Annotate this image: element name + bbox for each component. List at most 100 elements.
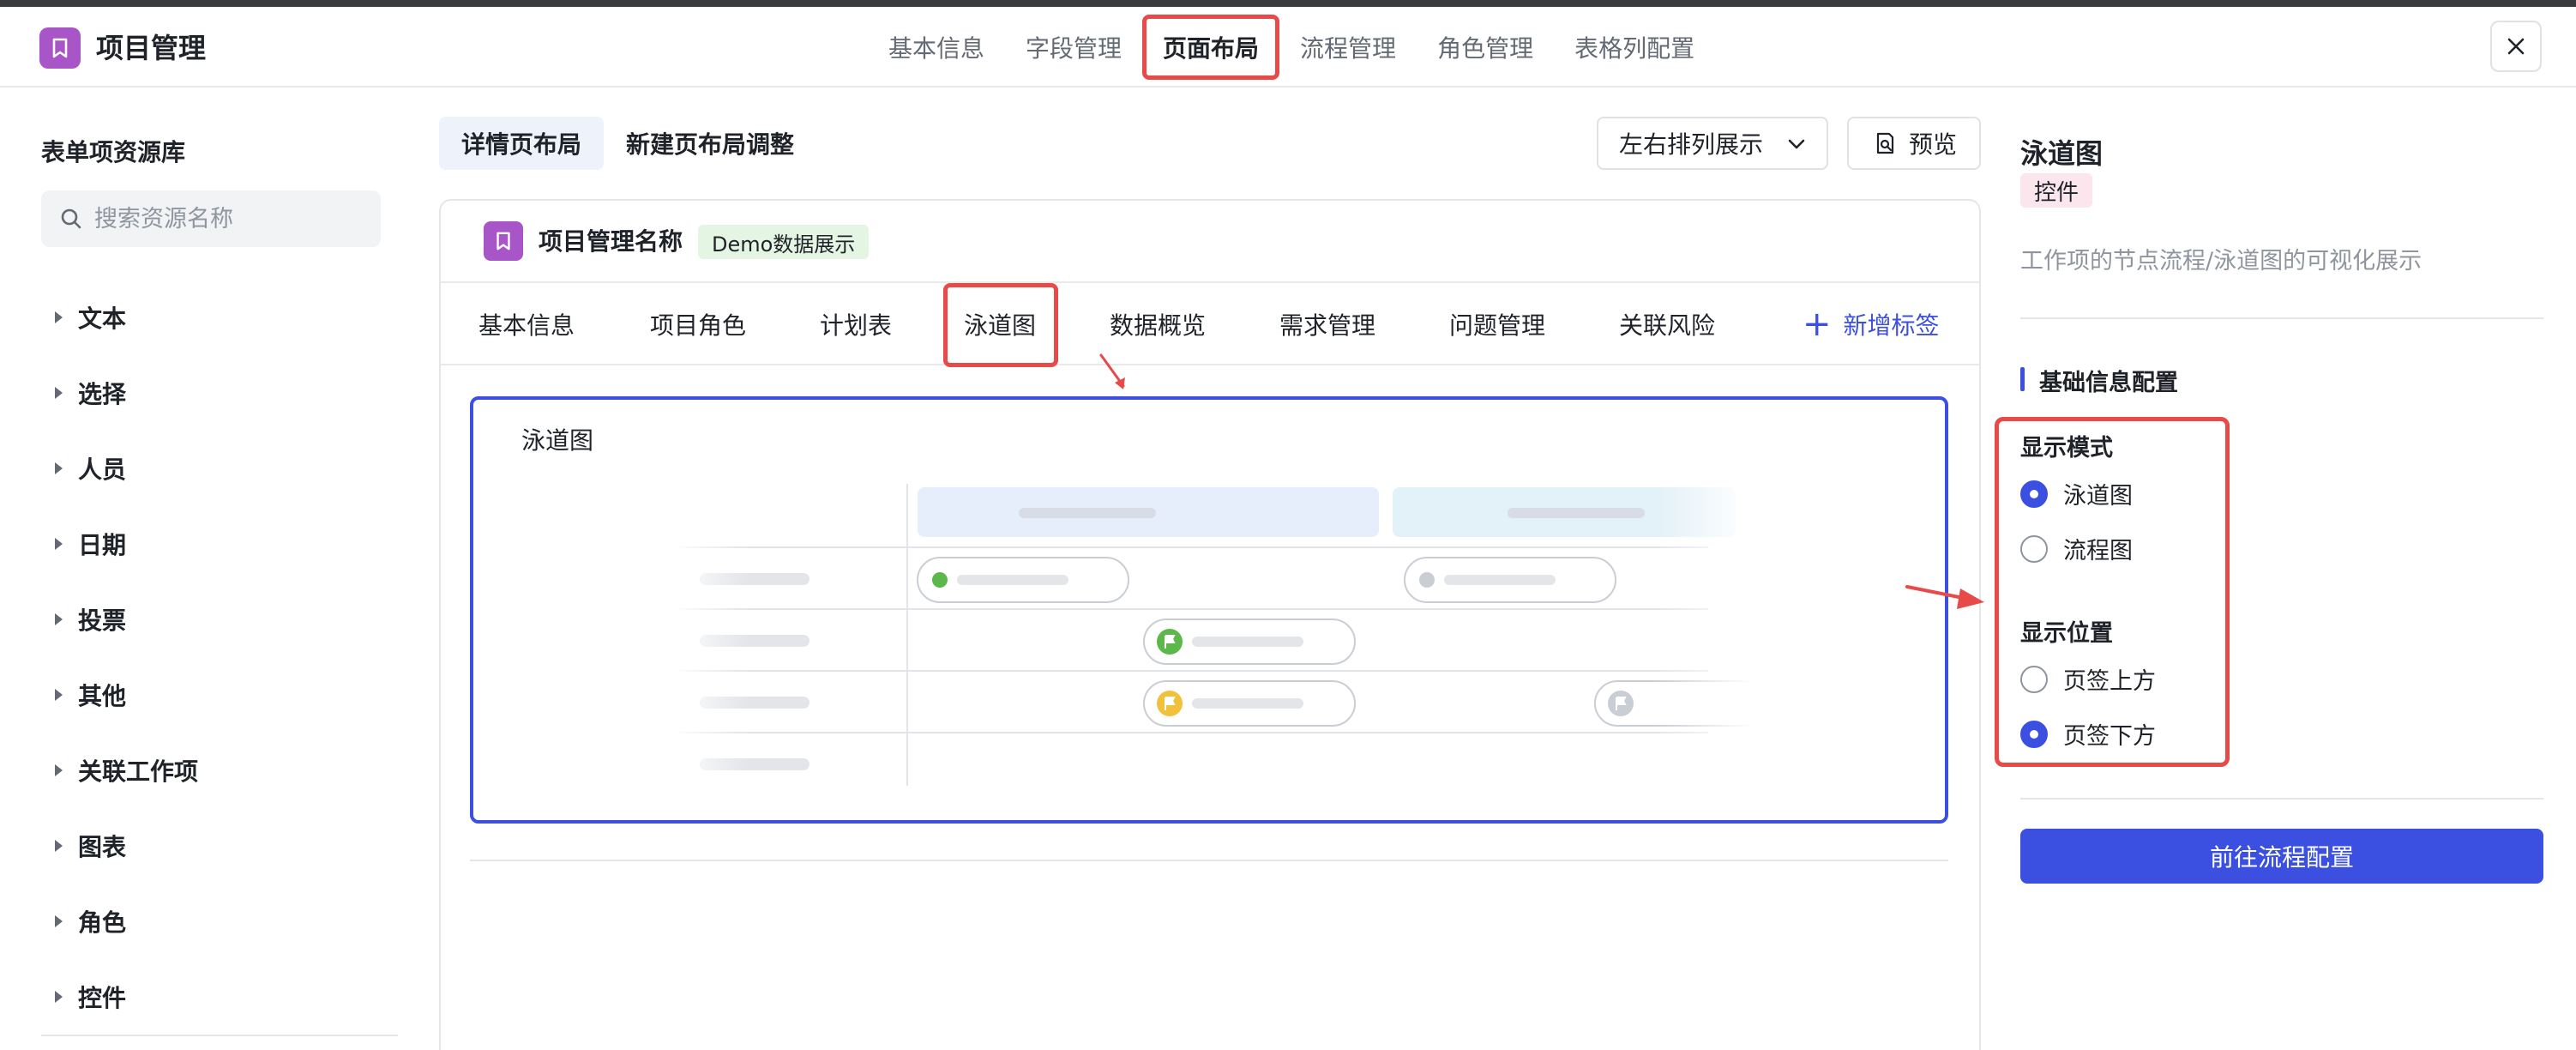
app-header: 项目管理 基本信息 字段管理 页面布局 流程管理 角色管理 表格列配置	[0, 7, 2576, 88]
tab-plan-table[interactable]: 计划表	[820, 283, 892, 365]
preview-button[interactable]: 预览	[1847, 117, 1981, 170]
app-logo	[39, 27, 81, 69]
top-tab-process-management[interactable]: 流程管理	[1279, 15, 1417, 80]
control-description: 工作项的节点流程/泳道图的可视化展示	[2020, 248, 2423, 275]
expand-triangle-icon	[55, 991, 63, 1003]
radio-mode-swimlane[interactable]: 泳道图	[2020, 477, 2133, 510]
layout-preview-card: 项目管理名称 Demo数据展示 基本信息 项目角色 计划表 泳道图 数据概览 需…	[439, 199, 1981, 1050]
radio-label: 泳道图	[2063, 483, 2133, 510]
sidebar-item-label: 人员	[78, 456, 127, 484]
app-title: 项目管理	[96, 32, 207, 64]
expand-triangle-icon	[55, 840, 63, 852]
tab-issues[interactable]: 问题管理	[1449, 283, 1545, 365]
expand-triangle-icon	[55, 613, 63, 625]
control-type-badge: 控件	[2020, 173, 2093, 208]
radio-unchecked[interactable]	[2020, 665, 2048, 693]
sidebar-item-chart[interactable]: 图表	[55, 808, 198, 884]
expand-triangle-icon	[55, 387, 63, 399]
bookmark-icon	[52, 38, 68, 58]
sidebar-item-vote[interactable]: 投票	[55, 582, 198, 657]
tab-detail-layout[interactable]: 详情页布局	[439, 117, 605, 170]
highlight-box	[1995, 417, 2230, 767]
sidebar-item-label: 其他	[78, 682, 127, 710]
project-logo	[484, 221, 523, 261]
top-tab-role-management[interactable]: 角色管理	[1417, 15, 1554, 80]
expand-triangle-icon	[55, 538, 63, 550]
card-divider	[470, 860, 1948, 861]
sidebar-item-control[interactable]: 控件	[55, 959, 198, 1035]
expand-triangle-icon	[55, 764, 63, 776]
panel-divider	[2020, 798, 2543, 800]
chevron-down-icon	[1788, 139, 1805, 149]
sidebar-item-date[interactable]: 日期	[55, 506, 198, 582]
sidebar-item-label: 图表	[78, 833, 127, 861]
bookmark-icon	[497, 232, 510, 250]
radio-mode-flowchart[interactable]: 流程图	[2020, 532, 2133, 565]
sidebar-item-label: 文本	[78, 305, 127, 333]
expand-triangle-icon	[55, 462, 63, 474]
expand-triangle-icon	[55, 689, 63, 701]
card-tabs: 基本信息 项目角色 计划表 泳道图 数据概览 需求管理 问题管理 关联风险 + …	[441, 283, 1979, 367]
arrange-mode-value: 左右排列展示	[1619, 130, 1764, 159]
tab-swimlane[interactable]: 泳道图	[942, 283, 1059, 367]
close-icon	[2507, 38, 2525, 55]
sidebar-item-label: 选择	[78, 380, 127, 408]
search-icon	[61, 208, 81, 229]
panel-divider	[2020, 317, 2543, 319]
sidebar-item-person[interactable]: 人员	[55, 431, 198, 506]
radio-position-above[interactable]: 页签上方	[2020, 662, 2156, 696]
add-tab-label: 新增标签	[1843, 311, 1940, 340]
search-box[interactable]	[41, 190, 381, 247]
sidebar-item-label: 关联工作项	[78, 757, 199, 786]
go-to-process-config-button[interactable]: 前往流程配置	[2020, 829, 2543, 884]
radio-label: 流程图	[2063, 538, 2133, 564]
tab-related-risks[interactable]: 关联风险	[1619, 283, 1715, 365]
swimlane-widget[interactable]: 泳道图	[470, 396, 1948, 824]
radio-checked[interactable]	[2020, 480, 2048, 508]
sidebar-item-role[interactable]: 角色	[55, 884, 198, 959]
sidebar-item-label: 控件	[78, 984, 127, 1012]
card-header: 项目管理名称 Demo数据展示	[441, 201, 1979, 283]
swimlane-diagram	[671, 482, 1943, 791]
tab-requirements[interactable]: 需求管理	[1279, 283, 1375, 365]
window-top-strip	[0, 0, 2576, 7]
sidebar-item-label: 投票	[78, 606, 127, 635]
arrange-mode-select[interactable]: 左右排列展示	[1597, 117, 1828, 170]
display-position-label: 显示位置	[2020, 620, 2113, 647]
top-tab-page-layout[interactable]: 页面布局	[1142, 15, 1280, 80]
radio-label: 页签下方	[2063, 723, 2156, 750]
project-name: 项目管理名称	[539, 227, 683, 256]
display-mode-label: 显示模式	[2020, 435, 2113, 462]
tab-basic-info[interactable]: 基本信息	[478, 283, 575, 365]
sidebar-item-text[interactable]: 文本	[55, 280, 198, 355]
top-tab-basic-info[interactable]: 基本信息	[868, 15, 1005, 80]
radio-checked[interactable]	[2020, 720, 2048, 748]
sidebar-item-related-work-item[interactable]: 关联工作项	[55, 733, 198, 808]
top-tab-table-column-config[interactable]: 表格列配置	[1554, 15, 1715, 80]
sidebar-item-other[interactable]: 其他	[55, 657, 198, 733]
tab-project-roles[interactable]: 项目角色	[650, 283, 746, 365]
top-tab-field-management[interactable]: 字段管理	[1005, 15, 1142, 80]
expand-triangle-icon	[55, 915, 63, 927]
tab-new-page-layout[interactable]: 新建页布局调整	[604, 117, 816, 170]
add-tab-button[interactable]: + 新增标签	[1803, 283, 1940, 365]
control-title: 泳道图	[2020, 137, 2104, 170]
radio-position-below[interactable]: 页签下方	[2020, 717, 2156, 751]
preview-label: 预览	[1909, 130, 1958, 159]
search-input[interactable]	[94, 205, 369, 232]
top-tabs: 基本信息 字段管理 页面布局 流程管理 角色管理 表格列配置	[868, 7, 1715, 88]
close-button[interactable]	[2490, 21, 2542, 72]
radio-unchecked[interactable]	[2020, 534, 2048, 563]
section-title-basic-config: 基础信息配置	[2020, 364, 2178, 397]
sidebar-item-select[interactable]: 选择	[55, 355, 198, 431]
layout-tabs: 详情页布局 新建页布局调整	[439, 117, 816, 170]
expand-triangle-icon	[55, 311, 63, 323]
resource-sidebar: 表单项资源库 文本 选择 人员 日期 投票 其他 关联工作项 图表 角色 控件	[0, 89, 403, 1050]
sidebar-item-label: 日期	[78, 531, 127, 559]
plus-icon: +	[1803, 305, 1832, 344]
sidebar-item-label: 角色	[78, 908, 127, 937]
resource-list: 文本 选择 人员 日期 投票 其他 关联工作项 图表 角色 控件	[55, 280, 198, 1035]
sidebar-title: 表单项资源库	[41, 138, 186, 166]
annotation-arrow-icon	[1099, 353, 1125, 389]
preview-icon	[1876, 132, 1894, 154]
